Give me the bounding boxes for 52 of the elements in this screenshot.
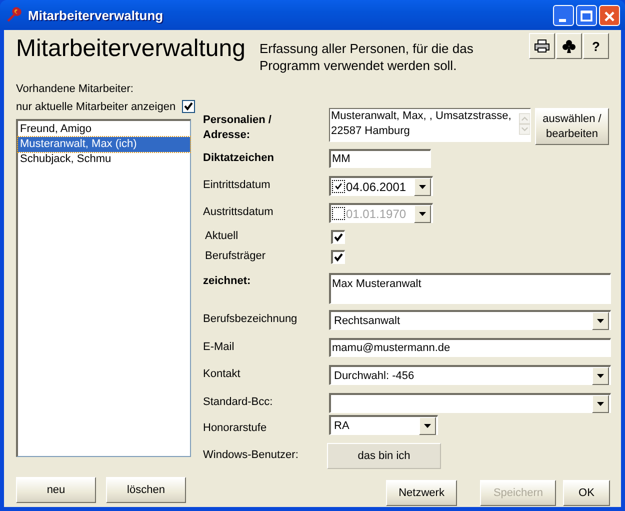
filter-checkbox[interactable]: [182, 100, 195, 113]
print-button[interactable]: [529, 33, 555, 59]
dropdown-field[interactable]: [329, 393, 611, 413]
field-label: Honorarstufe: [203, 421, 268, 434]
printer-icon: [534, 39, 550, 53]
employee-item[interactable]: Freund, Amigo: [18, 122, 190, 137]
window-title: Mitarbeiterverwaltung: [28, 8, 164, 22]
minimize-icon: [559, 18, 566, 22]
date-checkbox[interactable]: [332, 180, 345, 193]
text-field[interactable]: MM: [329, 149, 431, 168]
action-button[interactable]: OK: [563, 480, 610, 506]
list-button[interactable]: neu: [16, 477, 96, 503]
date-checkbox[interactable]: [332, 207, 345, 220]
checkbox[interactable]: [331, 250, 345, 264]
club-button[interactable]: [556, 33, 582, 59]
action-button[interactable]: Netzwerk: [386, 480, 458, 506]
checkbox[interactable]: [331, 230, 345, 244]
list-label: Vorhandene Mitarbeiter:: [16, 83, 134, 95]
field-label: zeichnet:: [203, 274, 252, 287]
field-label: Windows-Benutzer:: [203, 448, 300, 461]
field-label: Kontakt: [203, 367, 242, 380]
wrench-icon: [6, 7, 22, 23]
close-button[interactable]: [599, 4, 620, 26]
field-label: Eintrittsdatum: [203, 178, 272, 191]
filter-label: nur aktuelle Mitarbeiter anzeigen: [16, 100, 176, 112]
field-label: Diktatzeichen: [203, 151, 275, 164]
field-label: Berufsbezeichnung: [203, 312, 298, 325]
minimize-button[interactable]: [553, 4, 574, 26]
field-label: Berufsträger: [204, 250, 267, 262]
club-icon: [562, 39, 576, 53]
address-field[interactable]: Musteranwalt, Max, , Umsatzstrasse, 22587 Hamburg: [329, 108, 531, 142]
user-button[interactable]: das bin ich: [327, 443, 441, 469]
signature-field[interactable]: Max Musteranwalt: [329, 273, 611, 304]
maximize-button[interactable]: [576, 4, 597, 26]
employee-item[interactable]: Musteranwalt, Max (ich): [18, 137, 190, 152]
check-icon: [334, 182, 343, 191]
dropdown-field[interactable]: Rechtsanwalt: [329, 310, 611, 330]
list-button[interactable]: löschen: [106, 477, 186, 503]
select-edit-button[interactable]: auswählen / bearbeiten: [535, 108, 609, 145]
page-title: Mitarbeiterverwaltung: [16, 35, 246, 63]
field-label: Standard-Bcc:: [203, 395, 274, 408]
date-picker[interactable]: 04.06.2001: [329, 176, 433, 196]
field-label: Personalien / Adresse:: [203, 113, 272, 143]
dropdown-field[interactable]: Durchwahl: -456: [329, 365, 611, 385]
text-field[interactable]: mamu@mustermann.de: [329, 338, 611, 357]
dropdown-field[interactable]: RA: [329, 415, 438, 435]
field-label: E-Mail: [203, 340, 236, 353]
page-description: Erfassung aller Personen, für die das Programm verwendet werden soll.: [259, 40, 474, 74]
field-label: Austrittsdatum: [203, 205, 274, 218]
employee-item[interactable]: Schubjack, Schmu: [18, 152, 190, 167]
help-button[interactable]: ?: [583, 33, 609, 59]
field-label: Aktuell: [204, 230, 240, 242]
